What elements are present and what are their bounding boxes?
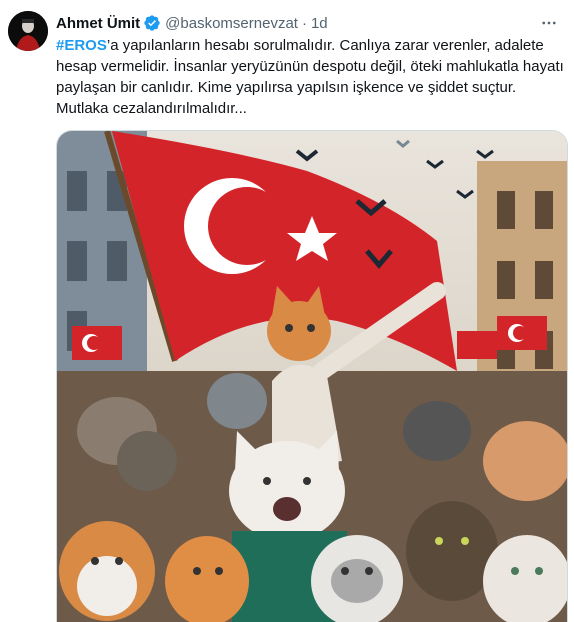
author-handle[interactable]: @baskomsernevzat (165, 15, 298, 32)
separator-dot: · (301, 14, 307, 32)
author-name[interactable]: Ahmet Ümit (56, 15, 140, 32)
hashtag-link[interactable]: #EROS (56, 37, 107, 54)
more-options-icon[interactable] (536, 10, 562, 36)
tweet-header: Ahmet Ümit @baskomsernevzat · 1d (56, 12, 562, 34)
tweet-body: ’a yapılanların hesabı sorulmalıdır. Can… (56, 37, 564, 117)
avatar[interactable] (8, 11, 48, 51)
tweet-image[interactable] (56, 130, 568, 622)
timestamp[interactable]: 1d (311, 15, 328, 32)
tweet[interactable]: Ahmet Ümit @baskomsernevzat · 1d #EROS’a… (0, 0, 574, 622)
tweet-text: #EROS’a yapılanların hesabı sorulmalıdır… (56, 35, 566, 119)
verified-badge-icon (143, 14, 161, 32)
cats-protest-illustration-icon (57, 131, 567, 622)
